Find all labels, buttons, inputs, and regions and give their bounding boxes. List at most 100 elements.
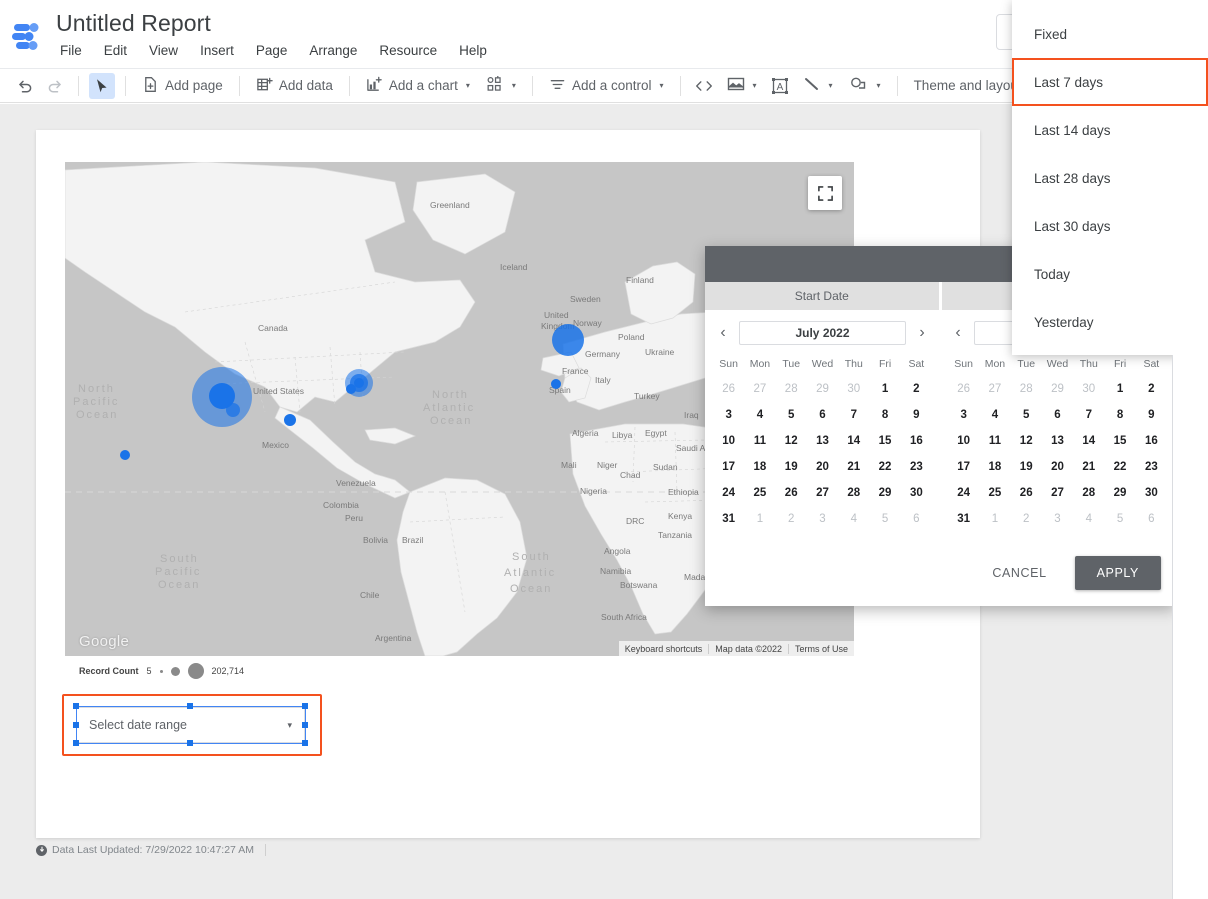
calendar-day-cell[interactable]: 1 xyxy=(1104,376,1135,402)
resize-handle-sw[interactable] xyxy=(73,740,79,746)
dropdown-item-fixed[interactable]: Fixed xyxy=(1012,10,1208,58)
calendar-day-cell[interactable]: 7 xyxy=(1073,402,1104,428)
calendar-day-cell[interactable]: 22 xyxy=(869,454,900,480)
calendar-start-grid[interactable]: Sun Mon Tue Wed Thu Fri Sat 26 27 28 29 30 1 2 3 4 5 6 7 8 9… xyxy=(713,358,932,532)
calendar-day-cell[interactable]: 25 xyxy=(744,480,775,506)
insert-line-button[interactable]: ▾ xyxy=(795,72,841,99)
calendar-day-cell[interactable]: 14 xyxy=(838,428,869,454)
calendar-day-cell[interactable]: 27 xyxy=(744,376,775,402)
calendar-day-cell[interactable]: 27 xyxy=(979,376,1010,402)
map-bubble[interactable] xyxy=(120,450,130,460)
calendar-day-cell[interactable]: 21 xyxy=(838,454,869,480)
calendar-day-cell[interactable]: 17 xyxy=(713,454,744,480)
prev-month-button[interactable]: ‹ xyxy=(948,324,968,342)
calendar-day-cell[interactable]: 16 xyxy=(901,428,932,454)
calendar-day-cell[interactable]: 31 xyxy=(713,506,744,532)
calendar-day-cell[interactable]: 13 xyxy=(1042,428,1073,454)
calendar-day-cell[interactable]: 28 xyxy=(1073,480,1104,506)
calendar-day-cell[interactable]: 29 xyxy=(1042,376,1073,402)
calendar-day-cell[interactable]: 29 xyxy=(869,480,900,506)
menu-page[interactable]: Page xyxy=(245,41,299,60)
calendar-day-cell[interactable]: 24 xyxy=(948,480,979,506)
add-control-button[interactable]: Add a control ▾ xyxy=(541,72,672,100)
calendar-day-cell[interactable]: 29 xyxy=(1104,480,1135,506)
undo-icon[interactable] xyxy=(12,73,38,99)
chevron-down-icon[interactable]: ▾ xyxy=(753,81,757,90)
dropdown-item-last-30-days[interactable]: Last 30 days xyxy=(1012,202,1208,250)
calendar-day-cell[interactable]: 29 xyxy=(807,376,838,402)
text-box-icon[interactable]: A xyxy=(767,73,793,99)
date-range-dropdown-menu[interactable]: Fixed Last 7 days Last 14 days Last 28 days… xyxy=(1012,0,1208,355)
calendar-day-cell[interactable]: 8 xyxy=(1104,402,1135,428)
calendar-day-cell[interactable]: 23 xyxy=(901,454,932,480)
date-range-control[interactable]: Select date range ▾ xyxy=(76,707,305,743)
dropdown-item-last-7-days[interactable]: Last 7 days xyxy=(1012,58,1208,106)
calendar-day-cell[interactable]: 5 xyxy=(1104,506,1135,532)
calendar-day-cell[interactable]: 5 xyxy=(776,402,807,428)
chevron-down-icon[interactable]: ▾ xyxy=(287,720,292,731)
tab-start-date[interactable]: Start Date xyxy=(705,282,939,310)
calendar-day-cell[interactable]: 2 xyxy=(1011,506,1042,532)
dropdown-item-today[interactable]: Today xyxy=(1012,250,1208,298)
calendar-day-cell[interactable]: 6 xyxy=(901,506,932,532)
calendar-day-cell[interactable]: 1 xyxy=(979,506,1010,532)
menu-edit[interactable]: Edit xyxy=(93,41,138,60)
insert-image-button[interactable]: ▾ xyxy=(719,72,765,99)
calendar-day-cell[interactable]: 20 xyxy=(807,454,838,480)
dropdown-item-yesterday[interactable]: Yesterday xyxy=(1012,298,1208,346)
calendar-day-cell[interactable]: 20 xyxy=(1042,454,1073,480)
menu-view[interactable]: View xyxy=(138,41,189,60)
calendar-day-cell[interactable]: 30 xyxy=(901,480,932,506)
calendar-day-cell[interactable]: 30 xyxy=(1136,480,1167,506)
chevron-down-icon[interactable]: ▾ xyxy=(512,81,516,90)
calendar-day-cell[interactable]: 7 xyxy=(838,402,869,428)
menu-resource[interactable]: Resource xyxy=(368,41,448,60)
calendar-day-cell[interactable]: 12 xyxy=(1011,428,1042,454)
community-viz-button[interactable]: ▾ xyxy=(478,72,524,100)
resize-handle-nw[interactable] xyxy=(73,703,79,709)
calendar-day-cell[interactable]: 4 xyxy=(744,402,775,428)
calendar-day-cell[interactable]: 2 xyxy=(776,506,807,532)
calendar-day-cell[interactable]: 26 xyxy=(776,480,807,506)
add-page-button[interactable]: Add page xyxy=(134,72,231,100)
apply-button[interactable]: APPLY xyxy=(1074,556,1161,590)
calendar-day-cell[interactable]: 3 xyxy=(948,402,979,428)
calendar-day-cell[interactable]: 10 xyxy=(713,428,744,454)
map-bubble[interactable] xyxy=(551,379,561,389)
menu-arrange[interactable]: Arrange xyxy=(298,41,368,60)
calendar-day-cell[interactable]: 22 xyxy=(1104,454,1135,480)
resize-handle-ne[interactable] xyxy=(302,703,308,709)
calendar-day-cell[interactable]: 14 xyxy=(1073,428,1104,454)
calendar-day-cell[interactable]: 10 xyxy=(948,428,979,454)
calendar-day-cell[interactable]: 9 xyxy=(901,402,932,428)
calendar-day-cell[interactable]: 23 xyxy=(1136,454,1167,480)
calendar-day-cell[interactable]: 31 xyxy=(948,506,979,532)
calendar-day-cell[interactable]: 24 xyxy=(713,480,744,506)
map-bubble[interactable] xyxy=(284,414,296,426)
calendar-day-cell[interactable]: 30 xyxy=(1073,376,1104,402)
calendar-day-cell[interactable]: 30 xyxy=(838,376,869,402)
embed-code-icon[interactable] xyxy=(691,73,717,99)
insert-shape-button[interactable]: ▾ xyxy=(841,72,889,99)
terms-of-use-link[interactable]: Terms of Use xyxy=(787,643,854,654)
calendar-day-cell[interactable]: 9 xyxy=(1136,402,1167,428)
calendar-end-grid[interactable]: Sun Mon Tue Wed Thu Fri Sat 26 27 28 29 30 1 2 3 4 5 6 7 8 9… xyxy=(948,358,1167,532)
resize-handle-se[interactable] xyxy=(302,740,308,746)
calendar-day-cell[interactable]: 5 xyxy=(869,506,900,532)
calendar-day-cell[interactable]: 18 xyxy=(979,454,1010,480)
calendar-day-cell[interactable]: 6 xyxy=(807,402,838,428)
calendar-day-cell[interactable]: 26 xyxy=(948,376,979,402)
calendar-day-cell[interactable]: 26 xyxy=(713,376,744,402)
calendar-day-cell[interactable]: 26 xyxy=(1011,480,1042,506)
calendar-day-cell[interactable]: 5 xyxy=(1011,402,1042,428)
calendar-day-cell[interactable]: 3 xyxy=(713,402,744,428)
chevron-down-icon[interactable]: ▾ xyxy=(829,81,833,90)
calendar-day-cell[interactable]: 27 xyxy=(807,480,838,506)
resize-handle-w[interactable] xyxy=(73,722,79,728)
calendar-day-cell[interactable]: 6 xyxy=(1042,402,1073,428)
calendar-day-cell[interactable]: 3 xyxy=(807,506,838,532)
calendar-day-cell[interactable]: 28 xyxy=(776,376,807,402)
dropdown-item-last-28-days[interactable]: Last 28 days xyxy=(1012,154,1208,202)
chevron-down-icon[interactable]: ▾ xyxy=(877,81,881,90)
calendar-day-cell[interactable]: 1 xyxy=(869,376,900,402)
